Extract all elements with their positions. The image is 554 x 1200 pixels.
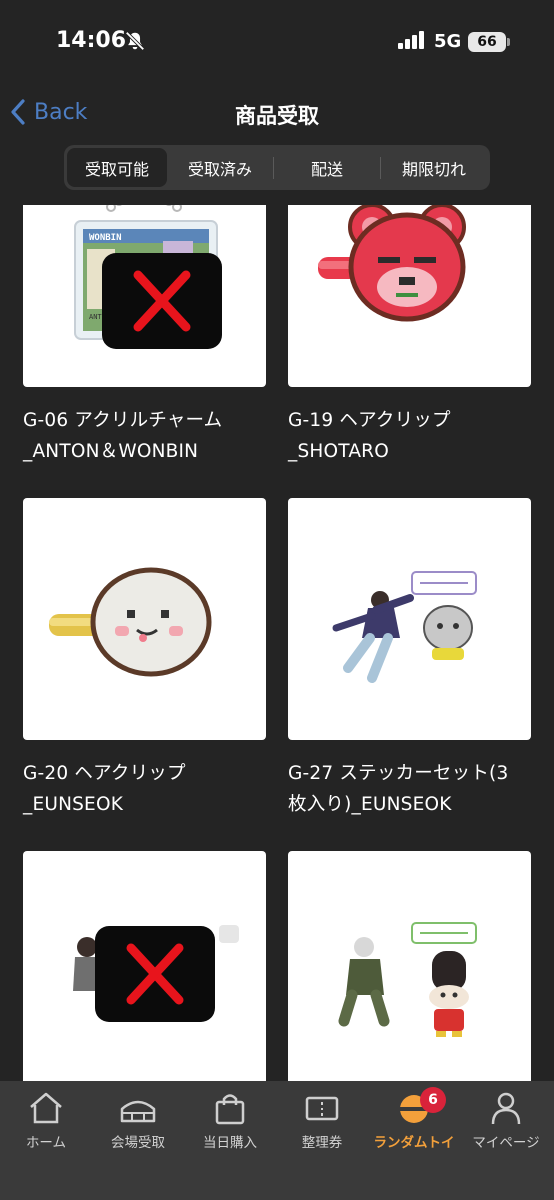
shopping-bag-icon <box>215 1094 245 1125</box>
product-card[interactable]: G-20 ヘアクリップ _EUNSEOK <box>23 498 266 820</box>
segmented-tabs: 受取可能 受取済み 配送 期限切れ <box>64 145 490 190</box>
bottom-tab-label: ホーム <box>25 1135 67 1151</box>
tab-received[interactable]: 受取済み <box>167 148 273 187</box>
hidden-image-cover <box>102 253 222 349</box>
ticket-icon <box>305 1096 339 1121</box>
home-icon <box>30 1092 62 1124</box>
tab-expired[interactable]: 期限切れ <box>381 148 487 187</box>
product-title: G-20 ヘアクリップ _EUNSEOK <box>23 763 186 815</box>
bell-muted-icon <box>125 31 145 51</box>
svg-text:WONBIN: WONBIN <box>89 233 122 243</box>
product-image: WONBIN ANTON <box>23 205 266 387</box>
cross-icon <box>133 270 191 332</box>
product-image <box>288 498 531 740</box>
product-image <box>288 205 531 387</box>
bear-hair-clip-image <box>318 205 466 322</box>
bottom-tab-ticket[interactable]: 整理券 <box>282 1091 362 1151</box>
bottom-tab-label: ランダムトイ <box>373 1135 455 1151</box>
bottom-tab-random-toy[interactable]: 6 ランダムトイ <box>373 1087 455 1151</box>
cellular-signal-icon <box>398 31 424 49</box>
product-grid[interactable]: WONBIN ANTON G-06 アクリルチャーム _ANTON＆WONBIN <box>0 205 554 1081</box>
network-type: 5G <box>434 31 462 52</box>
bottom-tab-mypage[interactable]: マイページ <box>466 1091 546 1151</box>
battery-icon: 66 <box>468 32 510 52</box>
venue-icon <box>120 1100 156 1123</box>
status-bar: 14:06 5G 66 <box>0 0 554 84</box>
product-image <box>23 851 266 1081</box>
sticker-set-image <box>332 571 477 683</box>
tab-shipping[interactable]: 配送 <box>274 148 380 187</box>
bottom-tab-same-day[interactable]: 当日購入 <box>190 1091 270 1151</box>
bottom-tab-venue[interactable]: 会場受取 <box>98 1091 178 1151</box>
bottom-tab-home[interactable]: ホーム <box>6 1091 86 1151</box>
product-card[interactable]: G-19 ヘアクリップ _SHOTARO <box>288 205 531 467</box>
notification-badge: 6 <box>420 1087 446 1113</box>
product-title: G-06 アクリルチャーム _ANTON＆WONBIN <box>23 410 223 462</box>
cross-icon <box>126 943 184 1005</box>
page-title: 商品受取 <box>235 104 319 128</box>
product-title: G-19 ヘアクリップ _SHOTARO <box>288 410 451 462</box>
tab-available[interactable]: 受取可能 <box>67 148 167 187</box>
product-image <box>23 498 266 740</box>
navigation-bar: Back 商品受取 <box>0 84 554 146</box>
status-time: 14:06 <box>56 28 127 53</box>
bottom-tab-label: 会場受取 <box>111 1135 165 1151</box>
bottom-tab-label: 当日購入 <box>203 1135 257 1151</box>
mochi-hair-clip-image <box>49 567 212 677</box>
hidden-image-cover <box>95 926 215 1022</box>
bottom-tab-label: マイページ <box>472 1135 540 1151</box>
product-image <box>288 851 531 1081</box>
product-card[interactable] <box>288 851 531 1081</box>
bottom-tab-bar: ホーム 会場受取 当日購入 整理券 6 ランダムトイ マイページ <box>0 1081 554 1200</box>
product-card[interactable]: WONBIN ANTON G-06 アクリルチャーム _ANTON＆WONBIN <box>23 205 266 467</box>
product-title: G-27 ステッカーセット(3 枚入り)_EUNSEOK <box>288 763 509 815</box>
person-icon <box>491 1092 521 1125</box>
sticker-image <box>338 922 477 1037</box>
product-card[interactable] <box>23 851 266 1081</box>
bottom-tab-label: 整理券 <box>301 1135 343 1151</box>
product-card[interactable]: G-27 ステッカーセット(3 枚入り)_EUNSEOK <box>288 498 531 820</box>
